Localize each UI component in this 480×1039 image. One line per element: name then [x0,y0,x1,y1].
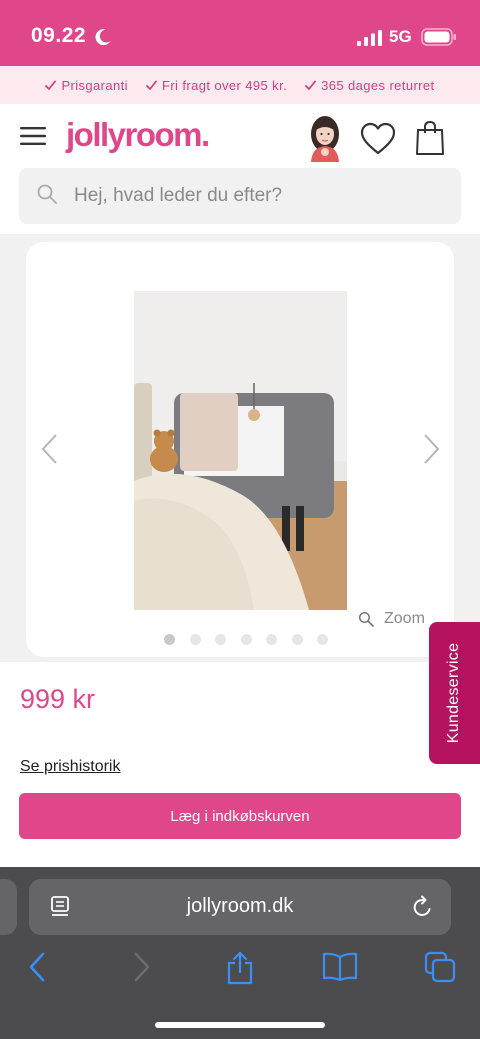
site-header: jollyroom. [0,104,480,170]
pagination-dot[interactable] [240,634,252,645]
usp-item: Fri fragt over 495 kr. [146,78,287,93]
back-icon[interactable] [27,951,47,983]
status-bar: 09.22 5G [0,0,480,66]
usp-item: Prisgaranti [45,78,128,93]
usp-label: Fri fragt over 495 kr. [161,77,288,93]
product-price: 999 kr [20,684,96,714]
usp-label: 365 dages returret [321,77,435,93]
pagination-dot[interactable] [266,634,277,645]
usp-label: Prisgaranti [61,77,128,93]
usp-item: 365 dages returret [305,78,434,93]
customer-service-label: Kundeservice [445,642,462,744]
pagination-dot[interactable] [291,634,303,645]
zoom-label: Zoom [384,610,425,627]
previous-tab-preview[interactable] [0,879,17,935]
status-time: 09.22 [31,24,87,47]
checkmark-icon [45,80,57,90]
chevron-right-icon[interactable] [421,432,443,466]
pagination-dot-active[interactable] [164,634,175,645]
address-bar[interactable]: jollyroom.dk [29,879,451,935]
product-gallery: Zoom [26,242,454,657]
search-input[interactable] [74,168,444,224]
search-bar[interactable] [19,168,461,224]
product-image[interactable] [134,291,347,610]
network-label: 5G [389,27,412,46]
assistant-avatar[interactable] [302,112,348,162]
checkmark-icon [146,80,157,90]
heart-icon[interactable] [360,122,396,156]
tabs-icon[interactable] [424,951,456,983]
url-text: jollyroom.dk [186,895,294,917]
usp-bar: Prisgaranti Fri fragt over 495 kr. 365 d… [0,66,480,104]
price-history-link[interactable]: Se prishistorik [20,758,120,776]
customer-service-tab[interactable]: Kundeservice [429,622,480,764]
site-logo[interactable]: jollyroom. [66,116,210,154]
shopping-bag-icon[interactable] [415,120,445,156]
forward-icon[interactable] [132,951,152,983]
signal-icon [357,30,382,46]
hamburger-menu-icon[interactable] [20,126,46,146]
pagination-dot[interactable] [189,634,201,645]
add-to-cart-button[interactable]: Læg i indkøbskurven [19,793,461,839]
browser-toolbar: jollyroom.dk [0,867,480,1039]
magnifier-icon [358,611,374,627]
gallery-pagination [164,634,328,645]
chevron-left-icon[interactable] [38,432,60,466]
battery-icon [421,28,456,46]
gallery-area: Zoom [0,234,480,662]
search-icon [37,184,57,204]
pagination-dot[interactable] [215,634,226,645]
share-icon[interactable] [226,951,254,985]
pagination-dot[interactable] [317,634,328,645]
reload-icon[interactable] [412,895,434,919]
moon-icon [95,29,111,46]
home-indicator [155,1022,325,1028]
bookmarks-icon[interactable] [322,951,358,981]
zoom-button[interactable]: Zoom [358,610,425,628]
checkmark-icon [305,80,317,90]
